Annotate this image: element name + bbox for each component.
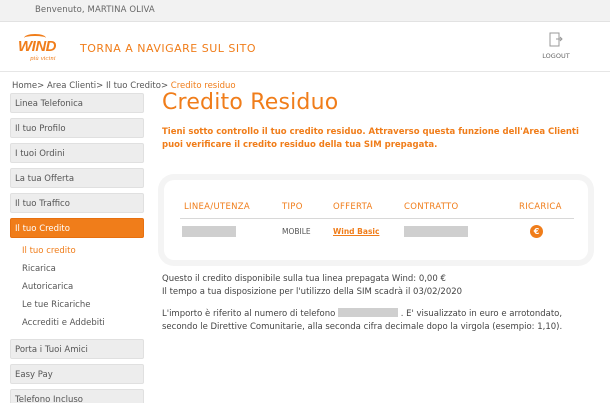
row-offerta-link[interactable]: Wind Basic <box>333 227 379 236</box>
sidebar-item-traffico[interactable]: Il tuo Traffico <box>10 193 144 213</box>
sidebar-item-easy-pay[interactable]: Easy Pay <box>10 364 144 384</box>
sim-expiry-text: Il tempo a tua disposizione per l'utiliz… <box>162 286 463 297</box>
redacted-contract <box>404 226 468 237</box>
header-contratto: CONTRATTO <box>404 202 459 212</box>
sidebar-item-offerta[interactable]: La tua Offerta <box>10 168 144 188</box>
logo-tagline: più vicini <box>30 56 56 62</box>
credit-info: Questo il credito disponibile sulla tua … <box>162 273 462 298</box>
page-title: Credito Residuo <box>162 90 339 115</box>
breadcrumb-separator: > <box>37 81 45 91</box>
redacted-phone-number <box>338 308 399 317</box>
lines-table: LINEA/UTENZA TIPO OFFERTA CONTRATTO RICA… <box>164 180 588 260</box>
credit-available-text: Questo il credito disponibile sulla tua … <box>162 274 446 284</box>
top-bar: Benvenuto, MARTINA OLIVA <box>0 0 610 22</box>
sidebar-item-ordini[interactable]: I tuoi Ordini <box>10 143 144 163</box>
breadcrumb-credito[interactable]: Il tuo Credito <box>106 81 161 91</box>
sidebar-item-credito[interactable]: Il tuo Credito <box>10 218 144 238</box>
breadcrumb-home[interactable]: Home <box>12 81 37 91</box>
header-ricarica: RICARICA <box>519 202 562 212</box>
welcome-text: Benvenuto, MARTINA OLIVA <box>35 5 155 15</box>
amount-note-a: L'importo è riferito al numero di telefo… <box>162 309 336 319</box>
header-linea: LINEA/UTENZA <box>184 202 251 212</box>
sidebar: Linea Telefonica Il tuo Profilo I tuoi O… <box>10 93 144 403</box>
row-tipo: MOBILE <box>282 227 311 236</box>
redacted-line-number <box>182 226 236 237</box>
sidebar-item-porta-amici[interactable]: Porta i Tuoi Amici <box>10 339 144 359</box>
logout-button[interactable]: LOGOUT <box>540 32 572 60</box>
euro-icon[interactable]: € <box>530 225 543 238</box>
sidebar-item-telefono-incluso[interactable]: Telefono Incluso <box>10 389 144 403</box>
sidebar-item-profilo[interactable]: Il tuo Profilo <box>10 118 144 138</box>
submenu-item-ricarica[interactable]: Ricarica <box>22 261 144 279</box>
submenu-item-ricariche[interactable]: Le tue Ricariche <box>22 297 144 315</box>
logo-text: WIND <box>18 38 57 55</box>
header-offerta: OFFERTA <box>333 202 373 212</box>
breadcrumb-area-clienti[interactable]: Area Clienti <box>47 81 96 91</box>
amount-note: L'importo è riferito al numero di telefo… <box>162 308 582 333</box>
sidebar-submenu: Il tuo credito Ricarica Autoricarica Le … <box>22 243 144 333</box>
submenu-item-autoricarica[interactable]: Autoricarica <box>22 279 144 297</box>
back-to-site-link[interactable]: TORNA A NAVIGARE SUL SITO <box>80 42 256 55</box>
submenu-item-il-tuo-credito[interactable]: Il tuo credito <box>22 243 144 261</box>
header: WIND più vicini TORNA A NAVIGARE SUL SIT… <box>0 22 610 72</box>
submenu-item-accrediti[interactable]: Accrediti e Addebiti <box>22 315 144 333</box>
intro-text: Tieni sotto controllo il tuo credito res… <box>162 127 579 150</box>
logout-icon <box>549 32 563 47</box>
header-tipo: TIPO <box>282 202 303 212</box>
breadcrumb-separator: > <box>96 81 104 91</box>
wind-logo[interactable]: WIND più vicini <box>18 34 64 64</box>
logout-label: LOGOUT <box>542 52 570 60</box>
header-divider <box>180 218 574 219</box>
sidebar-item-linea-telefonica[interactable]: Linea Telefonica <box>10 93 144 113</box>
